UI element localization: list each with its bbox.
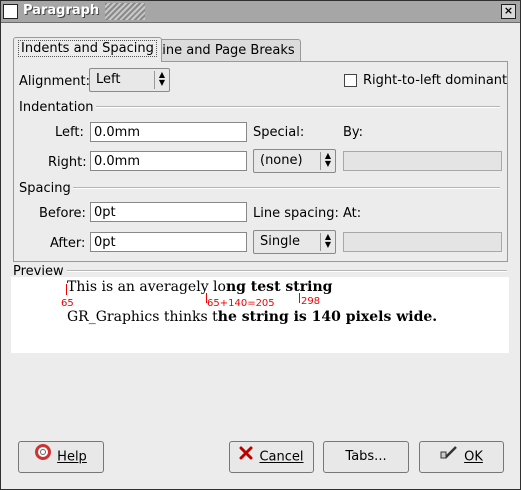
lifebuoy-icon (35, 442, 52, 472)
tabs-label: Tabs... (345, 449, 387, 464)
tab-indents-and-spacing[interactable]: Indents and Spacing (13, 37, 162, 62)
indentation-section-label: Indentation (19, 100, 94, 115)
window-title: Paragraph (23, 3, 100, 18)
cancel-button[interactable]: Cancel (229, 441, 314, 473)
before-spacing-field[interactable]: 0pt (90, 202, 247, 222)
spin-arrows-icon: ▲ ▼ (154, 71, 169, 89)
line-spacing-label: Line spacing: (253, 206, 339, 221)
special-value: (none) (260, 153, 303, 168)
preview-marker-start (66, 284, 67, 295)
after-spacing-label: After: (50, 236, 86, 251)
ok-button[interactable]: OK (419, 441, 504, 473)
alignment-select[interactable]: Left ▲ ▼ (89, 68, 170, 92)
by-label: By: (343, 125, 364, 140)
spin-arrows-icon: ▲ ▼ (320, 233, 335, 251)
alignment-value: Left (96, 72, 121, 87)
left-indent-field[interactable]: 0.0mm (90, 122, 247, 142)
separator (96, 106, 500, 108)
tabs-button[interactable]: Tabs... (323, 441, 409, 473)
at-label: At: (343, 206, 362, 221)
preview-line-2-bold: he string is 140 pixels wide. (217, 309, 438, 325)
preview-marker-mid-label: 65+140=205 (207, 298, 275, 309)
separator (67, 270, 507, 272)
preview-marker-end-label: 298 (301, 296, 321, 307)
preview-line-1-bold: ng test string (225, 279, 333, 295)
special-select[interactable]: (none) ▲ ▼ (253, 149, 336, 173)
tab-label: Line and Page Breaks (155, 43, 295, 58)
spin-arrows-icon: ▲ ▼ (320, 152, 335, 170)
left-indent-label: Left: (55, 125, 84, 140)
spacing-section-label: Spacing (19, 181, 71, 196)
help-button[interactable]: Help (18, 441, 104, 473)
by-field[interactable] (343, 151, 502, 171)
preview-marker-start-label: 65 (61, 298, 74, 309)
at-field[interactable] (343, 232, 502, 252)
tab-label: Indents and Spacing (18, 40, 157, 57)
close-icon[interactable]: × (501, 4, 516, 19)
preview-line-1: This is an averagely long test string (67, 279, 332, 295)
title-grip (105, 3, 145, 20)
x-icon (239, 442, 253, 472)
preview-marker-end (299, 293, 300, 303)
window-menu-icon[interactable] (3, 4, 18, 19)
preview-line-1-normal: This is an averagely lo (67, 279, 226, 295)
preview-line-2-normal: GR_Graphics thinks t (67, 309, 218, 325)
right-indent-label: Right: (48, 155, 87, 170)
after-spacing-field[interactable]: 0pt (90, 232, 247, 252)
rtl-checkbox[interactable] (344, 74, 357, 87)
ok-label: OK (464, 449, 483, 465)
tab-line-and-page-breaks[interactable]: Line and Page Breaks (149, 39, 301, 62)
paragraph-dialog: Paragraph × Indents and Spacing Line and… (0, 0, 521, 490)
preview-line-2: GR_Graphics thinks the string is 140 pix… (67, 309, 437, 325)
check-hand-icon (440, 442, 458, 472)
line-spacing-value: Single (260, 234, 300, 249)
rtl-label: Right-to-left dominant (363, 73, 508, 88)
special-label: Special: (253, 125, 305, 140)
help-label: Help (57, 449, 87, 465)
right-indent-field[interactable]: 0.0mm (90, 151, 247, 171)
title-bar[interactable]: Paragraph × (1, 1, 520, 23)
line-spacing-select[interactable]: Single ▲ ▼ (253, 230, 336, 254)
alignment-label: Alignment: (19, 74, 90, 89)
separator (73, 187, 500, 189)
cancel-label: Cancel (259, 449, 304, 465)
before-spacing-label: Before: (39, 206, 86, 221)
